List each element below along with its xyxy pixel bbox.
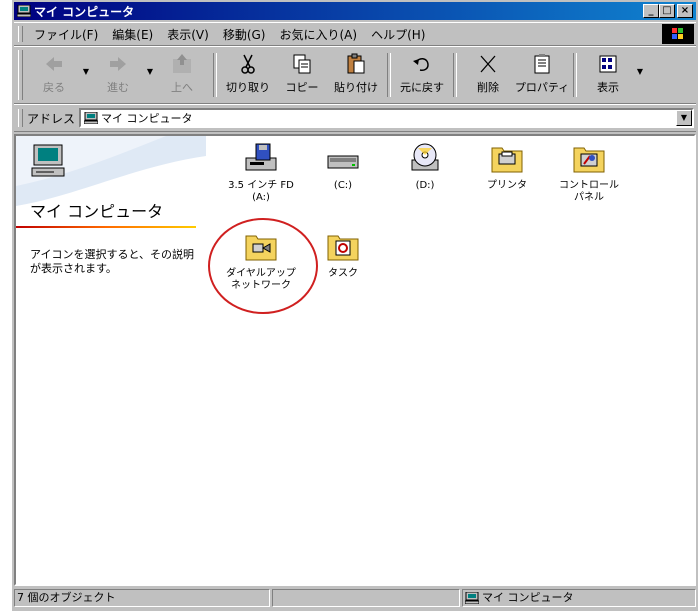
icon-label: ダイヤルアップ ネットワーク xyxy=(226,268,296,291)
up-folder-icon xyxy=(173,54,191,73)
scheduled-tasks-folder-icon xyxy=(327,235,359,261)
delete-x-icon xyxy=(480,55,496,73)
status-empty-pane xyxy=(272,589,460,607)
icon-label: プリンタ xyxy=(487,180,527,191)
copy-icon xyxy=(293,54,311,74)
drive-d-item[interactable]: (D:) xyxy=(382,142,468,192)
menu-edit[interactable]: 編集(E) xyxy=(105,26,160,43)
menu-bar: ファイル(F) 編集(E) 表示(V) 移動(G) お気に入り(A) ヘルプ(H… xyxy=(14,22,696,46)
icon-label: 3.5 インチ FD (A:) xyxy=(228,180,294,203)
back-label: 戻る xyxy=(43,81,65,94)
pane-description: アイコンを選択すると、その説明が表示されます。 xyxy=(30,248,195,275)
properties-icon xyxy=(534,54,550,74)
my-computer-large-icon xyxy=(31,144,65,177)
paste-icon xyxy=(347,53,365,74)
icon-label: コントロール パネル xyxy=(559,180,619,203)
control-panel-item[interactable]: コントロール パネル xyxy=(546,142,632,204)
icon-label: (D:) xyxy=(415,180,435,191)
forward-label: 進む xyxy=(107,81,129,94)
copy-label: コピー xyxy=(285,81,319,94)
icon-label: タスク xyxy=(328,268,358,279)
dialup-networking-folder-icon xyxy=(245,235,277,261)
drive-c-item[interactable]: (C:) xyxy=(300,142,386,192)
menu-go[interactable]: 移動(G) xyxy=(216,26,273,43)
webview-info-pane: マイ コンピュータ アイコンを選択すると、その説明が表示されます。 xyxy=(16,136,206,584)
minimize-button[interactable]: _ xyxy=(643,4,659,18)
cd-drive-icon xyxy=(411,143,439,171)
address-grip[interactable] xyxy=(18,109,23,127)
address-label: アドレス xyxy=(27,111,76,126)
up-label: 上へ xyxy=(171,81,193,94)
floppy-drive-icon xyxy=(245,143,277,171)
title-bar[interactable]: マイ コンピュータ _ □ × xyxy=(14,2,696,20)
cut-label: 切り取り xyxy=(226,81,270,94)
status-zone-label: マイ コンピュータ xyxy=(482,591,574,604)
status-zone: マイ コンピュータ xyxy=(462,589,696,607)
views-icon xyxy=(599,55,617,73)
hard-drive-icon xyxy=(327,155,359,169)
forward-dropdown-icon[interactable]: ▼ xyxy=(145,47,155,76)
views-label: 表示 xyxy=(597,81,619,94)
forward-button[interactable]: 進む xyxy=(91,47,145,101)
cut-button[interactable]: 切り取り xyxy=(221,47,275,101)
menu-file[interactable]: ファイル(F) xyxy=(27,26,105,43)
up-button[interactable]: 上へ xyxy=(155,47,209,101)
explorer-window: マイ コンピュータ _ □ × ファイル(F) 編集(E) 表示(V) 移動(G… xyxy=(12,0,698,611)
maximize-button[interactable]: □ xyxy=(659,4,675,18)
address-field[interactable]: マイ コンピュータ ▼ xyxy=(79,108,694,128)
icon-label: (C:) xyxy=(333,180,353,191)
floppy-drive-item[interactable]: 3.5 インチ FD (A:) xyxy=(218,142,304,204)
back-button[interactable]: 戻る xyxy=(27,47,81,101)
printers-folder-icon xyxy=(491,147,523,173)
back-dropdown-icon[interactable]: ▼ xyxy=(81,47,91,76)
toolbar-separator xyxy=(387,53,391,97)
folder-content[interactable]: マイ コンピュータ アイコンを選択すると、その説明が表示されます。 3.5 イン… xyxy=(14,134,696,586)
menu-favorites[interactable]: お気に入り(A) xyxy=(272,26,364,43)
toolbar-separator xyxy=(213,53,217,97)
pane-title: マイ コンピュータ xyxy=(30,202,164,221)
standard-toolbar: 戻る ▼ 進む ▼ 上へ 切り取り コピー 貼り付け 元に戻す 削除 プロパティ… xyxy=(14,46,696,104)
paste-label: 貼り付け xyxy=(334,81,378,94)
delete-button[interactable]: 削除 xyxy=(461,47,515,101)
control-panel-folder-icon xyxy=(573,147,605,173)
back-arrow-icon xyxy=(46,57,62,71)
undo-label: 元に戻す xyxy=(400,81,444,94)
address-dropdown-icon[interactable]: ▼ xyxy=(676,110,692,126)
delete-label: 削除 xyxy=(477,81,499,94)
address-value: マイ コンピュータ xyxy=(101,112,193,125)
properties-button[interactable]: プロパティ xyxy=(515,47,569,101)
windows-logo-icon xyxy=(662,24,694,44)
paste-button[interactable]: 貼り付け xyxy=(329,47,383,101)
printers-item[interactable]: プリンタ xyxy=(464,142,550,192)
pane-divider xyxy=(16,226,196,228)
copy-button[interactable]: コピー xyxy=(275,47,329,101)
window-title: マイ コンピュータ xyxy=(34,4,135,19)
computer-icon xyxy=(84,112,99,124)
undo-button[interactable]: 元に戻す xyxy=(395,47,449,101)
toolbar-grip[interactable] xyxy=(18,50,23,100)
toolbar-separator xyxy=(573,53,577,97)
close-button[interactable]: × xyxy=(677,4,693,18)
computer-icon xyxy=(17,5,31,17)
views-button[interactable]: 表示 xyxy=(581,47,635,101)
computer-icon xyxy=(465,592,479,604)
menu-help[interactable]: ヘルプ(H) xyxy=(364,26,432,43)
address-bar: アドレス マイ コンピュータ ▼ xyxy=(14,104,696,132)
menu-view[interactable]: 表示(V) xyxy=(160,26,216,43)
scissors-icon xyxy=(241,54,255,74)
status-object-count: 7 個のオブジェクト xyxy=(14,589,270,607)
views-dropdown-icon[interactable]: ▼ xyxy=(635,47,645,76)
scheduled-tasks-item[interactable]: タスク xyxy=(300,230,386,280)
properties-label: プロパティ xyxy=(514,81,570,94)
undo-icon xyxy=(413,58,429,71)
status-bar: 7 個のオブジェクト マイ コンピュータ xyxy=(14,589,696,609)
menu-grip[interactable] xyxy=(18,26,23,42)
toolbar-separator xyxy=(453,53,457,97)
forward-arrow-icon xyxy=(110,57,126,71)
dialup-networking-item[interactable]: ダイヤルアップ ネットワーク xyxy=(218,230,304,292)
